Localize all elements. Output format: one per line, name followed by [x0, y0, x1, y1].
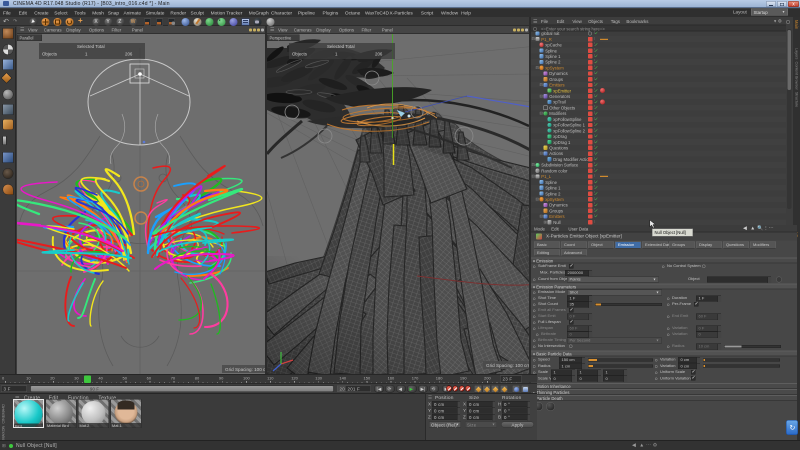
svg-text:Grid Spacing: 100 cm: Grid Spacing: 100 cm [486, 363, 529, 368]
svg-text:Grid Spacing: 100 cm: Grid Spacing: 100 cm [225, 367, 265, 372]
